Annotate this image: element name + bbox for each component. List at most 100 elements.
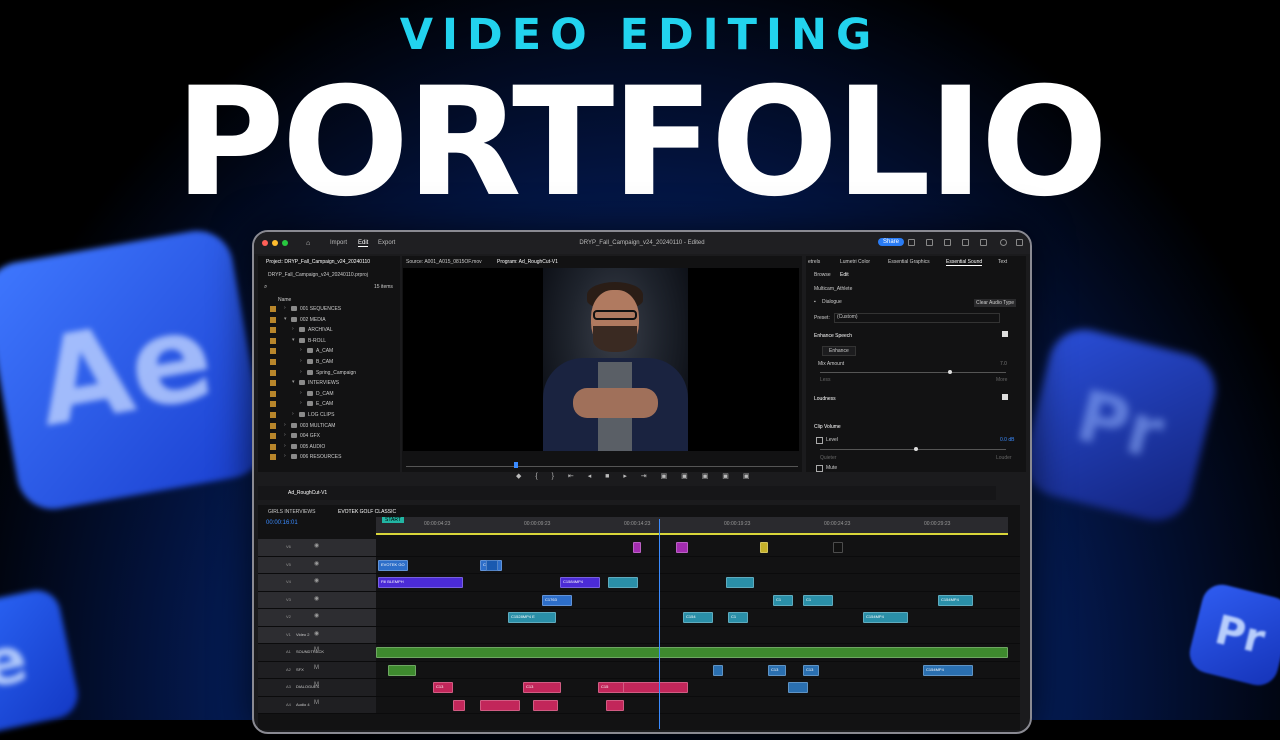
timeline-clip[interactable] [606, 699, 624, 711]
toggle-output-icon[interactable]: ◉ [314, 612, 319, 619]
timeline-clip[interactable]: C13 [523, 682, 561, 693]
level-handle[interactable] [914, 447, 918, 451]
timeline-clip[interactable]: C1584MP4 [560, 577, 600, 588]
project-item[interactable]: › D_CAM [258, 389, 400, 399]
timeline-clip[interactable] [608, 577, 638, 588]
timeline-clip[interactable]: C1763 [542, 594, 572, 606]
label-color-swatch[interactable] [270, 443, 276, 450]
panel-icon[interactable] [962, 239, 969, 246]
project-item[interactable]: › 003 MULTICAM [258, 421, 400, 431]
timeline-clip[interactable] [388, 664, 416, 676]
toggle-output-icon[interactable]: ◉ [314, 577, 319, 584]
timecode[interactable]: 00:00:16:01 [266, 520, 298, 526]
share-button[interactable]: Share [878, 238, 905, 246]
timeline-clip[interactable] [788, 682, 808, 693]
level-value[interactable]: 0.0 dB [1000, 437, 1014, 443]
mute-track-icon[interactable]: M [314, 682, 319, 688]
timeline-clip[interactable]: C1528MP4 E [508, 612, 556, 623]
clear-audio-type-button[interactable]: Clear Audio Type [974, 299, 1016, 307]
subtab-edit[interactable]: Edit [840, 272, 849, 278]
playhead-marker[interactable] [514, 462, 518, 468]
timeline-clip[interactable]: C1 [803, 594, 833, 606]
project-item[interactable]: › LOG CLIPS [258, 410, 400, 420]
start-marker[interactable]: START [382, 517, 404, 523]
mute-track-icon[interactable]: M [314, 700, 319, 706]
chevron-down-icon[interactable]: ▾ [284, 316, 287, 322]
toggle-output-icon[interactable]: ◉ [314, 595, 319, 602]
project-item[interactable]: › Spring_Campaign [258, 368, 400, 378]
loudness-checkbox[interactable] [1002, 394, 1008, 400]
sequence-tab[interactable]: Ad_RoughCut-V1 [288, 490, 327, 496]
chevron-down-icon[interactable]: ▾ [292, 337, 295, 343]
timeline-clip[interactable] [633, 542, 641, 553]
chevron-down-icon[interactable]: ▾ [292, 379, 295, 385]
tab-metadata[interactable]: etrels [808, 259, 820, 265]
level-checkbox[interactable] [816, 437, 823, 444]
chevron-right-icon[interactable]: › [300, 390, 302, 396]
mute-track-icon[interactable]: M [314, 647, 319, 653]
work-area-bar[interactable] [376, 533, 1008, 535]
toggle-output-icon[interactable]: ◉ [314, 542, 319, 549]
label-color-swatch[interactable] [270, 337, 276, 344]
chevron-right-icon[interactable]: › [284, 432, 286, 438]
label-color-swatch[interactable] [270, 454, 276, 461]
label-color-swatch[interactable] [270, 412, 276, 418]
timeline-clip[interactable]: C13 [768, 664, 786, 676]
timeline-clip[interactable]: C1 [728, 612, 748, 623]
timeline-clip[interactable]: C154 [683, 612, 713, 623]
timeline-clip[interactable]: C1 [773, 594, 793, 606]
timeline-track[interactable]: V5 ◉ [258, 556, 1020, 574]
timeline-clip[interactable] [833, 542, 843, 553]
subtab-browse[interactable]: Browse [814, 272, 831, 278]
level-slider[interactable] [820, 449, 1006, 450]
bin-tab-evotek[interactable]: EVOTEK GOLF CLASSIC [338, 509, 396, 515]
project-item[interactable]: › B_CAM [258, 357, 400, 367]
timeline-clip[interactable] [480, 699, 520, 711]
timeline-clip[interactable]: C154MP4 [938, 594, 973, 606]
label-color-swatch[interactable] [270, 327, 276, 334]
project-item[interactable]: › ARCHIVAL [258, 325, 400, 335]
program-tab[interactable]: Program: Ad_RoughCut-V1 [497, 259, 558, 265]
chevron-right-icon[interactable]: › [284, 453, 286, 459]
timeline-clip[interactable]: C13 [433, 682, 453, 693]
timeline-clip[interactable]: C154MP4 [923, 664, 973, 676]
label-color-swatch[interactable] [270, 390, 276, 397]
tab-lumetri[interactable]: Lumetri Color [840, 259, 870, 265]
timeline-playhead[interactable] [659, 519, 660, 729]
timeline-track[interactable]: A4 Audio 4 M [258, 696, 1020, 714]
timeline-track[interactable]: V4 ◉ [258, 574, 1020, 592]
project-item[interactable]: › E_CAM [258, 399, 400, 409]
timeline-track[interactable]: V3 ◉ [258, 591, 1020, 609]
chevron-right-icon[interactable]: › [284, 422, 286, 428]
timeline-clip[interactable] [376, 647, 1008, 658]
timeline-clip[interactable] [453, 699, 465, 711]
tab-essential-sound[interactable]: Essential Sound [946, 259, 983, 266]
settings-icon[interactable] [980, 239, 987, 246]
timeline-clip[interactable]: Fill BLEMPH [378, 577, 463, 588]
label-color-swatch[interactable] [270, 306, 276, 312]
label-color-swatch[interactable] [270, 348, 276, 355]
label-color-swatch[interactable] [270, 401, 276, 408]
timeline-clip[interactable] [726, 577, 754, 588]
project-item[interactable]: ▾ B-ROLL [258, 336, 400, 346]
chevron-right-icon[interactable]: › [292, 326, 294, 332]
timeline-clip[interactable]: C154MP4 [863, 612, 908, 623]
timeline-clip[interactable]: EVOTEK GO [378, 559, 408, 571]
project-item[interactable]: › 001 SEQUENCES [258, 304, 400, 314]
project-item[interactable]: ▾ 002 MEDIA [258, 315, 400, 325]
playhead-scrubber[interactable] [406, 466, 798, 467]
timeline-track[interactable]: A2 SFX M [258, 661, 1020, 679]
fullscreen-icon[interactable] [1016, 239, 1023, 246]
project-item[interactable]: › 005 AUDIO [258, 442, 400, 452]
tab-essential-graphics[interactable]: Essential Graphics [888, 259, 930, 265]
mix-amount-handle[interactable] [948, 370, 952, 374]
chevron-right-icon[interactable]: › [284, 443, 286, 449]
chevron-right-icon[interactable]: › [300, 369, 302, 375]
label-color-swatch[interactable] [270, 369, 276, 376]
project-item[interactable]: › 004 GFX [258, 431, 400, 441]
quick-export-icon[interactable] [944, 239, 951, 246]
project-tab[interactable]: Project: DRYP_Fall_Campaign_v24_20240110 [266, 259, 370, 265]
chevron-right-icon[interactable]: › [300, 347, 302, 353]
workspace-icon[interactable] [908, 239, 915, 246]
label-color-swatch[interactable] [270, 422, 276, 429]
